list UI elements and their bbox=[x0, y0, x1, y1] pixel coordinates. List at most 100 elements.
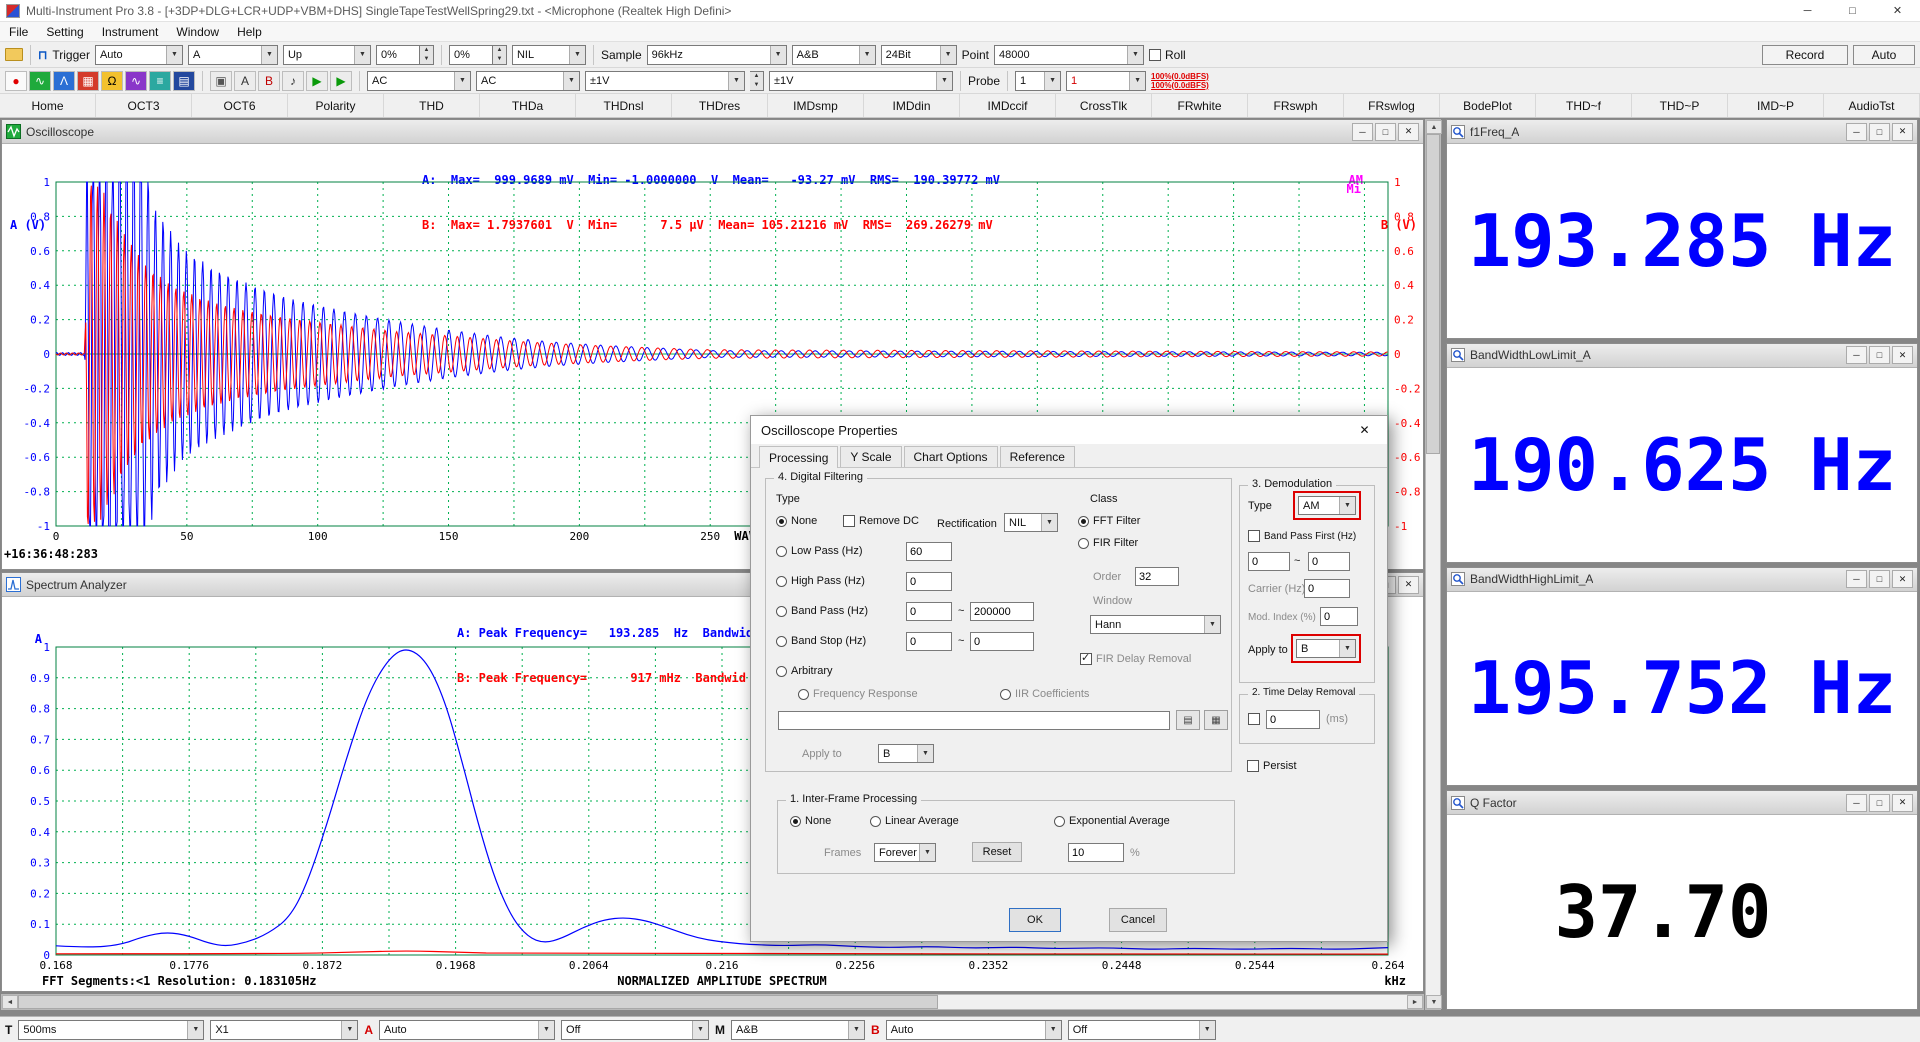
meter-titlebar[interactable]: BandWidthHighLimit_A bbox=[1447, 568, 1917, 592]
minimize-icon[interactable] bbox=[1352, 123, 1373, 141]
band-pass-radio[interactable]: Band Pass (Hz) bbox=[776, 605, 868, 617]
trigger-hpf-select[interactable]: NIL bbox=[512, 45, 586, 65]
calibration-icon[interactable]: B bbox=[258, 71, 280, 91]
panel-tab[interactable]: AudioTst bbox=[1824, 94, 1920, 117]
panel-tab[interactable]: THD~f bbox=[1536, 94, 1632, 117]
panel-tab[interactable]: THD~P bbox=[1632, 94, 1728, 117]
browse-file-icon[interactable]: ▤ bbox=[1176, 710, 1200, 730]
maximize-icon[interactable] bbox=[1830, 0, 1875, 22]
demod-apply-to-select[interactable]: B bbox=[1296, 639, 1356, 658]
panel-tab[interactable]: FRswlog bbox=[1344, 94, 1440, 117]
scroll-up-icon[interactable] bbox=[1426, 120, 1442, 134]
reset-button[interactable]: Reset bbox=[972, 842, 1022, 862]
close-icon[interactable] bbox=[1892, 123, 1913, 141]
fir-filter-radio[interactable]: FIR Filter bbox=[1078, 537, 1138, 549]
spectrum-analyzer-icon[interactable]: Λ bbox=[53, 71, 75, 91]
scroll-down-icon[interactable] bbox=[1426, 995, 1442, 1009]
band-pass-from-input[interactable] bbox=[906, 602, 952, 621]
roll-checkbox[interactable]: Roll bbox=[1149, 48, 1186, 62]
maximize-icon[interactable] bbox=[1869, 794, 1890, 812]
speaker-icon[interactable]: ♪ bbox=[282, 71, 304, 91]
spin-up-icon[interactable] bbox=[750, 72, 763, 81]
panel-tab[interactable]: IMDdin bbox=[864, 94, 960, 117]
dialog-tab[interactable]: Y Scale bbox=[840, 446, 901, 467]
play-icon[interactable]: ▶ bbox=[306, 71, 328, 91]
record-length-select[interactable]: 48000 bbox=[994, 45, 1144, 65]
sweep-time-select[interactable]: 500ms bbox=[18, 1020, 204, 1040]
close-icon[interactable] bbox=[1892, 346, 1913, 364]
bit-depth-select[interactable]: 24Bit bbox=[881, 45, 957, 65]
trigger-level-field[interactable]: 0% bbox=[376, 45, 434, 65]
scroll-right-icon[interactable] bbox=[1407, 995, 1423, 1009]
demod-type-select[interactable]: AM bbox=[1298, 496, 1356, 515]
fft-filter-radio[interactable]: FFT Filter bbox=[1078, 515, 1140, 527]
frequency-response-radio[interactable]: Frequency Response bbox=[798, 688, 918, 700]
minimize-icon[interactable] bbox=[1846, 123, 1867, 141]
dialog-tab[interactable]: Chart Options bbox=[904, 446, 998, 467]
menu-item[interactable]: Window bbox=[167, 22, 228, 41]
trigger-edge-select[interactable]: Up bbox=[283, 45, 371, 65]
meter-titlebar[interactable]: BandWidthLowLimit_A bbox=[1447, 344, 1917, 368]
signal-generator-icon[interactable]: ∿ bbox=[125, 71, 147, 91]
panel-tab[interactable]: IMDccif bbox=[960, 94, 1056, 117]
demod-band-from-input[interactable] bbox=[1248, 552, 1290, 571]
time-delay-checkbox[interactable] bbox=[1248, 713, 1260, 725]
panel-tab[interactable]: THDnsl bbox=[576, 94, 672, 117]
panel-tab[interactable]: Home bbox=[0, 94, 96, 117]
menu-item[interactable]: Help bbox=[228, 22, 271, 41]
low-pass-input[interactable] bbox=[906, 542, 952, 561]
panel-tab[interactable]: FRswph bbox=[1248, 94, 1344, 117]
step-icon[interactable]: ▶ bbox=[330, 71, 352, 91]
minimize-icon[interactable] bbox=[1846, 794, 1867, 812]
channel-b-range-select[interactable]: Auto bbox=[886, 1020, 1062, 1040]
coupling-b-select[interactable]: AC bbox=[476, 71, 580, 91]
iir-coefficients-radio[interactable]: IIR Coefficients bbox=[1000, 688, 1089, 700]
open-file-icon[interactable] bbox=[5, 48, 23, 61]
carrier-input[interactable] bbox=[1304, 579, 1350, 598]
remove-dc-checkbox[interactable]: Remove DC bbox=[843, 515, 919, 527]
meter-titlebar[interactable]: f1Freq_A bbox=[1447, 120, 1917, 144]
band-pass-to-input[interactable] bbox=[970, 602, 1034, 621]
order-input[interactable] bbox=[1135, 567, 1179, 586]
auto-button[interactable]: Auto bbox=[1853, 45, 1915, 65]
trigger-source-select[interactable]: A bbox=[188, 45, 278, 65]
maximize-icon[interactable] bbox=[1869, 346, 1890, 364]
cancel-button[interactable]: Cancel bbox=[1109, 908, 1167, 932]
exponential-average-radio[interactable]: Exponential Average bbox=[1054, 815, 1170, 827]
coupling-a-select[interactable]: AC bbox=[367, 71, 471, 91]
panel-tab[interactable]: THDa bbox=[480, 94, 576, 117]
measure-mode-select[interactable]: A&B bbox=[731, 1020, 865, 1040]
x-multiplier-select[interactable]: X1 bbox=[210, 1020, 358, 1040]
close-icon[interactable] bbox=[1892, 570, 1913, 588]
dialog-tab[interactable]: Processing bbox=[759, 446, 838, 468]
spin-up-icon[interactable] bbox=[420, 46, 433, 55]
menu-item[interactable]: File bbox=[0, 22, 37, 41]
filter-none-radio[interactable]: None bbox=[776, 515, 817, 527]
sampling-rate-select[interactable]: 96kHz bbox=[647, 45, 787, 65]
range-a-spinner[interactable] bbox=[750, 71, 764, 91]
range-a-select[interactable]: ±1V bbox=[585, 71, 745, 91]
dialog-titlebar[interactable]: Oscilloscope Properties bbox=[751, 416, 1387, 444]
scrollbar-thumb[interactable] bbox=[1426, 134, 1440, 454]
channel-a-range-select[interactable]: Auto bbox=[379, 1020, 555, 1040]
dialog-tab[interactable]: Reference bbox=[1000, 446, 1075, 467]
panel-tab[interactable]: THDres bbox=[672, 94, 768, 117]
interframe-none-radio[interactable]: None bbox=[790, 815, 831, 827]
low-pass-radio[interactable]: Low Pass (Hz) bbox=[776, 545, 863, 557]
panel-tab[interactable]: IMDsmp bbox=[768, 94, 864, 117]
exponential-percent-input[interactable] bbox=[1068, 843, 1124, 862]
spin-down-icon[interactable] bbox=[493, 55, 506, 64]
probe-b-select[interactable]: 1 bbox=[1066, 71, 1146, 91]
trigger-mode-select[interactable]: Auto bbox=[95, 45, 183, 65]
maximize-icon[interactable] bbox=[1869, 570, 1890, 588]
minimize-icon[interactable] bbox=[1785, 0, 1830, 22]
probe-a-select[interactable]: 1 bbox=[1015, 71, 1061, 91]
demod-band-to-input[interactable] bbox=[1308, 552, 1350, 571]
panel-tab[interactable]: BodePlot bbox=[1440, 94, 1536, 117]
mod-index-input[interactable] bbox=[1320, 607, 1358, 626]
vertical-scrollbar[interactable] bbox=[1425, 119, 1441, 1010]
ddp-viewer-icon[interactable]: ▤ bbox=[173, 71, 195, 91]
printer-icon[interactable]: ▣ bbox=[210, 71, 232, 91]
close-icon[interactable] bbox=[1398, 576, 1419, 594]
scrollbar-thumb[interactable] bbox=[18, 995, 938, 1009]
